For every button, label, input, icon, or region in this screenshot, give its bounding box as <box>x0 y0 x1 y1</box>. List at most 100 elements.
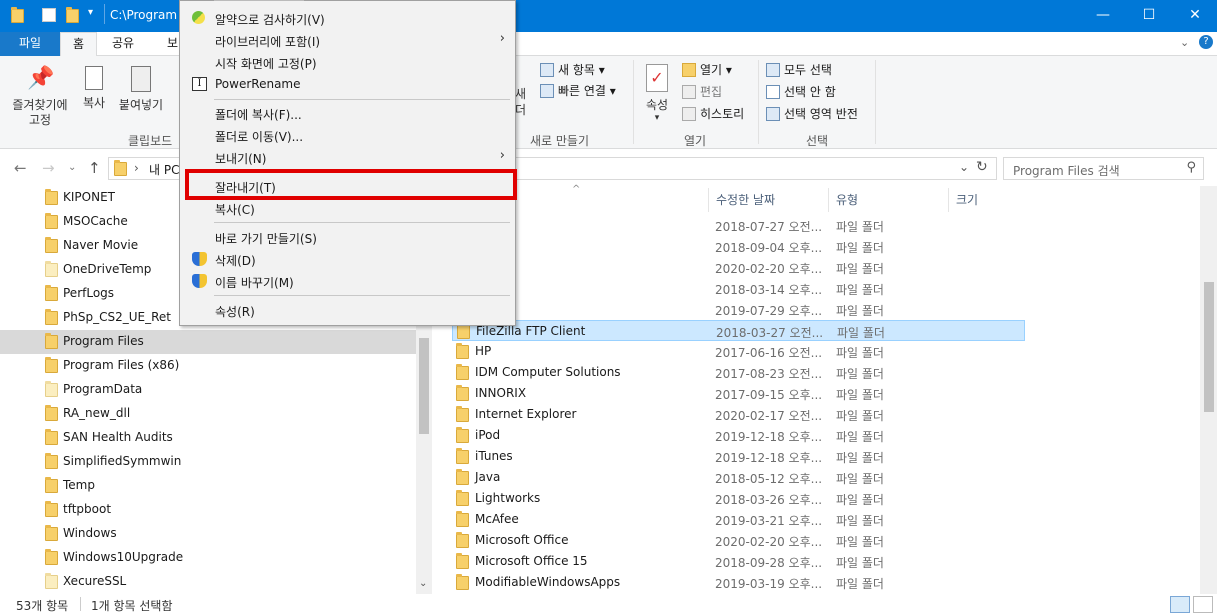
menu-item-shortcut[interactable]: 바로 가기 만들기(S) <box>182 226 513 248</box>
minimize-icon[interactable]: — <box>1080 0 1126 30</box>
table-row[interactable]: 2018-09-04 오후... 파일 폴더 <box>452 236 1025 257</box>
menu-item-copy-to[interactable]: 폴더에 복사(F)... <box>182 102 513 124</box>
menu-item-properties[interactable]: 속성(R) <box>182 299 513 321</box>
file-date: 2018-03-14 오후... <box>715 283 823 297</box>
table-row[interactable]: IDM Computer Solutions 2017-08-23 오전... 파일… <box>452 362 1025 383</box>
menu-item-powerrename[interactable]: I PowerRename <box>182 73 513 95</box>
nav-item[interactable]: Windows <box>0 522 416 546</box>
edit-button[interactable]: 편집 <box>682 82 722 102</box>
help-icon[interactable]: ? <box>1199 35 1213 49</box>
maximize-icon[interactable]: ☐ <box>1126 0 1172 30</box>
pin-quick-access-button[interactable]: 📌 즐겨찾기에 고정 <box>8 66 72 128</box>
nav-scroll-thumb[interactable] <box>419 338 429 434</box>
select-none-button[interactable]: 선택 안 함 <box>766 82 836 102</box>
new-folder-button-partial[interactable]: 새 더 <box>515 86 527 118</box>
qa-dropdown-icon[interactable]: ▾ <box>88 7 93 18</box>
table-row[interactable]: Lightworks 2018-03-26 오후... 파일 폴더 <box>452 488 1025 509</box>
easy-access-icon <box>540 84 554 98</box>
file-name: Java <box>475 470 501 484</box>
file-date: 2019-12-18 오후... <box>715 451 823 465</box>
invert-selection-button[interactable]: 선택 영역 반전 <box>766 104 858 124</box>
large-icons-view-icon[interactable] <box>1193 596 1213 613</box>
recent-dropdown-icon[interactable]: ⌄ <box>68 162 76 173</box>
details-view-icon[interactable] <box>1170 596 1190 613</box>
edit-icon <box>682 85 696 99</box>
tab-file[interactable]: 파일 <box>0 32 60 56</box>
folder-icon <box>45 285 58 301</box>
table-row[interactable]: Internet Explorer 2020-02-17 오전... 파일 폴더 <box>452 404 1025 425</box>
table-row[interactable]: HP 2017-06-16 오전... 파일 폴더 <box>452 341 1025 362</box>
close-icon[interactable]: ✕ <box>1172 0 1217 30</box>
select-all-button[interactable]: 모두 선택 <box>766 60 832 80</box>
table-row[interactable]: McAfee 2019-03-21 오후... 파일 폴더 <box>452 509 1025 530</box>
properties-qa-icon[interactable] <box>42 8 56 22</box>
history-button[interactable]: 히스토리 <box>682 104 744 124</box>
nav-item[interactable]: Program Files (x86) <box>0 354 416 378</box>
table-row[interactable]: 2019-07-29 오후... 파일 폴더 <box>452 299 1025 320</box>
table-row[interactable]: 2020-02-20 오후... 파일 폴더 <box>452 257 1025 278</box>
group-divider <box>875 60 876 144</box>
nav-item[interactable]: XecureSSL <box>0 570 416 594</box>
nav-item[interactable]: SAN Health Audits <box>0 426 416 450</box>
scroll-down-icon[interactable]: ⌄ <box>419 578 427 589</box>
menu-item-copy[interactable]: 복사(C) <box>182 197 513 219</box>
nav-item[interactable]: Program Files <box>0 330 416 354</box>
properties-button[interactable]: ✓ 속성 ▾ <box>641 64 673 123</box>
menu-item-library[interactable]: 라이브러리에 포함(I) › <box>182 29 513 51</box>
folder-icon <box>456 469 469 485</box>
forward-icon[interactable]: → <box>42 159 55 177</box>
table-row[interactable]: INNORIX 2017-09-15 오후... 파일 폴더 <box>452 383 1025 404</box>
table-row[interactable]: Java 2018-05-12 오후... 파일 폴더 <box>452 467 1025 488</box>
paste-button[interactable]: 붙여넣기 <box>116 66 166 113</box>
table-row[interactable]: ModifiableWindowsApps 2019-03-19 오후... 파일 … <box>452 572 1025 593</box>
table-row[interactable]: Microsoft Office 2020-02-20 오후... 파일 폴더 <box>452 530 1025 551</box>
open-button[interactable]: 열기 ▾ <box>682 60 732 80</box>
folder-icon <box>457 323 470 339</box>
tab-share[interactable]: 공유 <box>100 32 146 56</box>
folder-icon <box>456 427 469 443</box>
table-row[interactable]: 2018-07-27 오전... 파일 폴더 <box>452 215 1025 236</box>
back-icon[interactable]: ← <box>14 159 27 177</box>
breadcrumb-this-pc[interactable]: 내 PC <box>149 161 179 178</box>
file-type: 파일 폴더 <box>836 304 884 318</box>
nav-item[interactable]: Temp <box>0 474 416 498</box>
nav-item[interactable]: tftpboot <box>0 498 416 522</box>
file-date: 2017-09-15 오후... <box>715 388 823 402</box>
file-date: 2020-02-20 오후... <box>715 535 823 549</box>
search-input[interactable]: Program Files 검색 ⚲ <box>1003 157 1204 180</box>
table-row[interactable]: 2018-03-14 오후... 파일 폴더 <box>452 278 1025 299</box>
table-row[interactable]: Microsoft Office 15 2018-09-28 오후... 파일 폴더 <box>452 551 1025 572</box>
new-item-button[interactable]: 새 항목 ▾ <box>540 60 605 80</box>
menu-item-delete[interactable]: 삭제(D) <box>182 248 513 270</box>
up-icon[interactable]: ↑ <box>88 159 101 177</box>
menu-item-pin-start[interactable]: 시작 화면에 고정(P) <box>182 51 513 73</box>
nav-item[interactable]: ProgramData <box>0 378 416 402</box>
nav-item[interactable]: SimplifiedSymmwin <box>0 450 416 474</box>
table-row[interactable]: iTunes 2019-12-18 오후... 파일 폴더 <box>452 446 1025 467</box>
menu-item-move-to[interactable]: 폴더로 이동(V)... <box>182 124 513 146</box>
breadcrumb-separator: › <box>134 161 139 175</box>
easy-access-button[interactable]: 빠른 연결 ▾ <box>540 81 616 101</box>
address-dropdown-icon[interactable]: ⌄ <box>959 160 969 174</box>
table-row[interactable]: iPod 2019-12-18 오후... 파일 폴더 <box>452 425 1025 446</box>
clipboard-group-label: 클립보드 <box>128 134 173 148</box>
column-type[interactable]: 유형 <box>836 188 858 212</box>
menu-item-rename[interactable]: 이름 바꾸기(M) <box>182 270 513 292</box>
column-modified[interactable]: 수정한 날짜 <box>716 188 775 212</box>
menu-item-send-to[interactable]: 보내기(N) › <box>182 146 513 168</box>
nav-item-label: SAN Health Audits <box>63 430 173 444</box>
nav-item[interactable]: Windows10Upgrade <box>0 546 416 570</box>
nav-item-label: SimplifiedSymmwin <box>63 454 182 468</box>
tab-home[interactable]: 홈 <box>60 32 98 57</box>
column-size[interactable]: 크기 <box>956 188 978 212</box>
ribbon-collapse-icon[interactable]: ⌄ <box>1180 36 1189 49</box>
item-count: 53개 항목 <box>16 599 69 613</box>
nav-item[interactable]: RA_new_dll <box>0 402 416 426</box>
table-row[interactable]: FileZilla FTP Client 2018-03-27 오전... 파일 폴… <box>452 320 1025 341</box>
refresh-icon[interactable]: ↻ <box>976 159 988 175</box>
copy-button[interactable]: 복사 <box>78 66 110 111</box>
new-folder-qa-icon[interactable] <box>66 7 79 23</box>
content-scroll-thumb[interactable] <box>1204 282 1214 412</box>
nav-item-label: MSOCache <box>63 214 128 228</box>
menu-item-scan[interactable]: 알약으로 검사하기(V) <box>182 7 513 29</box>
